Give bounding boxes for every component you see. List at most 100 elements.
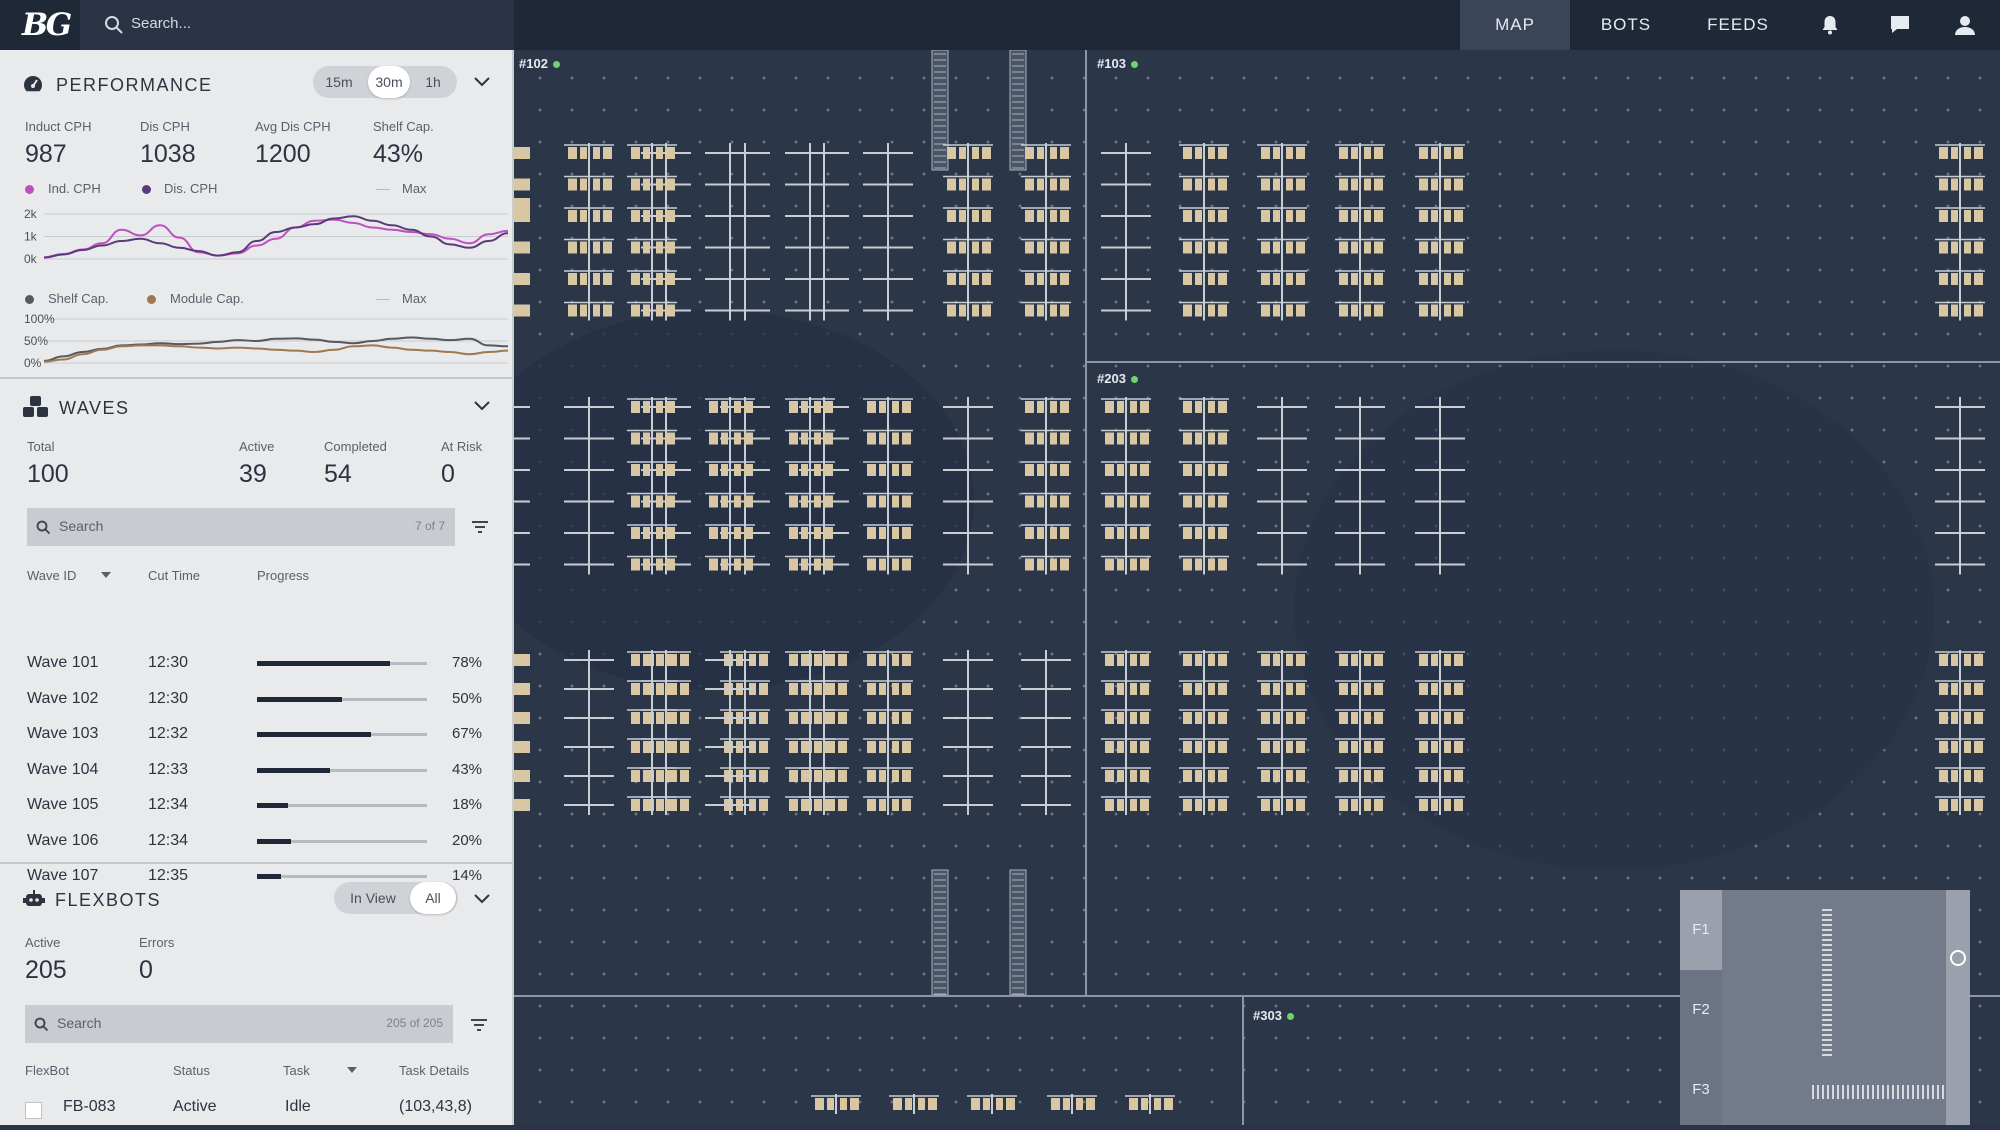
table-row[interactable]: Wave 104 12:33 43%: [0, 753, 512, 787]
sort-down-icon[interactable]: [346, 1065, 358, 1075]
tote-bin: [1444, 683, 1451, 695]
legend-line-max: [376, 189, 390, 190]
tote-bin: [656, 741, 663, 753]
stat-label-active-bots: Active: [25, 935, 61, 950]
row-checkbox[interactable]: [25, 1102, 42, 1119]
tote-bin: [1364, 147, 1371, 159]
scroll-knob[interactable]: [1950, 950, 1966, 966]
waves-search-input[interactable]: Search 7 of 7: [27, 508, 455, 546]
tote-bin: [734, 401, 741, 413]
tote-bin: [1218, 432, 1227, 445]
tote-bin: [643, 741, 650, 753]
tote-bin: [1454, 712, 1463, 724]
zone-label-203[interactable]: #203: [1094, 371, 1141, 386]
table-row[interactable]: Wave 103 12:32 67%: [0, 717, 512, 751]
table-row[interactable]: Wave 106 12:34 20%: [0, 824, 512, 858]
tote-bin: [1939, 770, 1948, 782]
col-header-cut-time[interactable]: Cut Time: [148, 568, 200, 583]
chevron-down-icon[interactable]: [473, 76, 491, 88]
wave-id: Wave 105: [27, 796, 99, 813]
tote-bin: [1086, 1098, 1095, 1110]
tote-bin: [1419, 210, 1428, 222]
app-logo[interactable]: BG: [22, 6, 82, 44]
tote-bin: [1063, 1098, 1070, 1110]
time-option-1h[interactable]: 1h: [413, 66, 453, 98]
tote-bin: [631, 527, 640, 539]
table-row[interactable]: Wave 105 12:34 18%: [0, 788, 512, 822]
chevron-down-icon[interactable]: [473, 893, 491, 905]
tote-bin: [666, 273, 675, 285]
col-header-flexbot[interactable]: FlexBot: [25, 1063, 69, 1078]
tote-bin: [1195, 799, 1202, 811]
tote-bin: [514, 178, 530, 191]
tote-bin: [982, 241, 991, 254]
tote-bin: [789, 401, 798, 413]
tote-bin: [1964, 799, 1971, 811]
filter-icon[interactable]: [471, 519, 489, 535]
zone-label-303[interactable]: #303: [1250, 1008, 1297, 1023]
tote-bin: [1025, 495, 1034, 508]
tote-bin: [1273, 799, 1280, 811]
col-header-task-details[interactable]: Task Details: [399, 1063, 469, 1078]
legend-line-max-2: [376, 299, 390, 300]
tote-bin: [1105, 527, 1114, 539]
tote-bin: [1419, 799, 1428, 811]
flexbots-search-input[interactable]: Search 205 of 205: [25, 1005, 453, 1043]
legend-max-2: Max: [402, 291, 427, 306]
tote-bin: [1208, 799, 1215, 811]
cph-chart-tick-label: 0k: [24, 252, 38, 266]
floor-button-f1[interactable]: F1: [1680, 890, 1722, 970]
tote-bin: [1195, 558, 1202, 571]
col-header-wave-id[interactable]: Wave ID: [27, 568, 76, 583]
tote-bin: [947, 304, 956, 317]
chevron-down-icon[interactable]: [473, 400, 491, 412]
zone-label-103[interactable]: #103: [1094, 56, 1141, 71]
table-row[interactable]: Wave 102 12:30 50%: [0, 682, 512, 716]
tote-bin: [1964, 241, 1971, 254]
tab-feeds[interactable]: FEEDS: [1682, 0, 1794, 50]
zone-label-102[interactable]: #102: [516, 56, 563, 71]
tote-bin: [879, 712, 886, 724]
tab-bots[interactable]: BOTS: [1570, 0, 1682, 50]
col-header-task[interactable]: Task: [283, 1063, 310, 1078]
view-option-in-view[interactable]: In View: [340, 882, 406, 914]
wave-cut-time: 12:34: [148, 831, 189, 849]
floor-button-f3[interactable]: F3: [1680, 1050, 1722, 1130]
tote-bin: [1050, 273, 1057, 285]
tote-bin: [1286, 741, 1293, 753]
tote-bin: [1130, 401, 1137, 413]
filter-icon[interactable]: [470, 1017, 488, 1033]
capacity-chart-tick-label: 100%: [24, 312, 55, 326]
stat-label-shelf-cap: Shelf Cap.: [373, 119, 434, 134]
floor-handle[interactable]: [1946, 890, 1970, 1125]
tote-bin: [1037, 241, 1044, 254]
tote-bin: [1050, 401, 1057, 413]
tote-bin: [902, 432, 911, 445]
stat-value-shelf-cap: 43%: [373, 140, 424, 168]
time-option-15m[interactable]: 15m: [318, 66, 360, 98]
tote-bin: [1431, 741, 1438, 753]
wave-progress-percent: 18%: [452, 796, 483, 813]
tote-bin: [1454, 210, 1463, 222]
col-header-progress[interactable]: Progress: [257, 568, 309, 583]
bell-icon[interactable]: [1818, 13, 1842, 37]
tote-bin: [514, 147, 530, 159]
tab-map[interactable]: MAP: [1460, 0, 1570, 50]
table-row[interactable]: Wave 101 12:30 78%: [0, 646, 512, 680]
global-search[interactable]: BG Search...: [0, 0, 514, 50]
tote-bin: [1025, 241, 1034, 254]
tote-bin: [1208, 178, 1215, 191]
tote-bin: [892, 770, 899, 782]
floor-button-f2[interactable]: F2: [1680, 970, 1722, 1050]
wave-id: Wave 101: [27, 654, 99, 671]
user-icon[interactable]: [1953, 13, 1977, 37]
table-row[interactable]: FB-083 Active Idle (103,43,8): [0, 1090, 512, 1124]
col-header-status[interactable]: Status: [173, 1063, 210, 1078]
sort-down-icon[interactable]: [100, 570, 112, 580]
time-option-30m[interactable]: 30m: [368, 66, 410, 98]
view-option-all[interactable]: All: [410, 882, 456, 914]
tote-bin: [1964, 683, 1971, 695]
tote-bin: [514, 712, 530, 724]
chat-icon[interactable]: [1888, 13, 1912, 37]
tote-bin: [1050, 495, 1057, 508]
